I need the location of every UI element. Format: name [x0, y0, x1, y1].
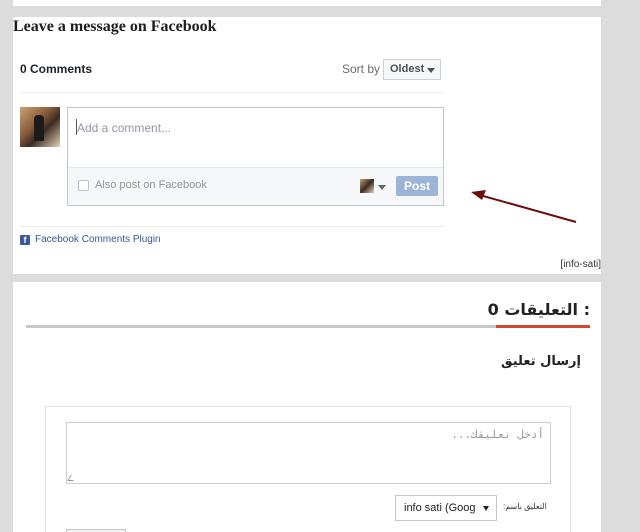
heading-underline: [26, 325, 590, 328]
heading-accent: [496, 325, 590, 328]
comments-heading: 0 التعليقات :: [487, 300, 590, 319]
plugin-link[interactable]: f Facebook Comments Plugin: [20, 234, 161, 245]
also-post-label[interactable]: Also post on Facebook: [95, 179, 207, 191]
page: Leave a message on Facebook 0 Comments S…: [0, 0, 640, 532]
identity-value: info sati (Goog: [404, 502, 476, 514]
comment-input[interactable]: Add a comment...: [77, 121, 171, 135]
footer-divider: [20, 226, 444, 227]
facebook-comments-panel: Leave a message on Facebook 0 Comments S…: [13, 0, 601, 274]
header-divider: [20, 92, 444, 93]
avatar-figure: [34, 115, 44, 141]
user-avatar: [20, 107, 60, 147]
resize-handle-icon[interactable]: [67, 475, 77, 481]
comment-textarea[interactable]: أدخل تعليقك...: [66, 422, 551, 484]
post-comment-heading: إرسال تعليق: [501, 354, 581, 369]
comment-as-label: التعليق باسم:: [503, 502, 547, 511]
post-button[interactable]: Post: [396, 176, 438, 196]
top-divider-strip: [13, 6, 601, 17]
sort-order-select[interactable]: Oldest: [383, 59, 441, 80]
sort-order-value: Oldest: [390, 63, 425, 75]
sort-by-label: Sort by: [342, 62, 381, 76]
facebook-section-title: Leave a message on Facebook: [13, 18, 217, 35]
identity-avatar[interactable]: [360, 179, 374, 193]
textarea-placeholder: أدخل تعليقك...: [451, 428, 544, 441]
comment-form: أدخل تعليقك... التعليق باسم: info sati (…: [45, 406, 571, 532]
facebook-comments-widget: 0 Comments Sort by Oldest Add a comment.…: [20, 52, 444, 248]
facebook-icon: f: [20, 234, 30, 245]
plugin-label: Facebook Comments Plugin: [35, 234, 161, 245]
chevron-down-icon: [427, 68, 435, 73]
identity-chevron-icon[interactable]: [378, 185, 386, 190]
pointer-arrow-icon: [471, 190, 577, 223]
also-post-checkbox[interactable]: [78, 180, 89, 191]
identity-select[interactable]: info sati (Goog: [395, 495, 497, 521]
blogger-comments-panel: 0 التعليقات : إرسال تعليق أدخل تعليقك...…: [13, 282, 601, 532]
comment-composer: Add a comment... Also post on Facebook P…: [67, 107, 444, 206]
comments-count: 0 Comments: [20, 62, 93, 76]
composer-footer: Also post on Facebook Post: [68, 167, 443, 205]
credit-label: [info-sati]: [560, 259, 601, 270]
chevron-down-icon: [483, 506, 489, 511]
